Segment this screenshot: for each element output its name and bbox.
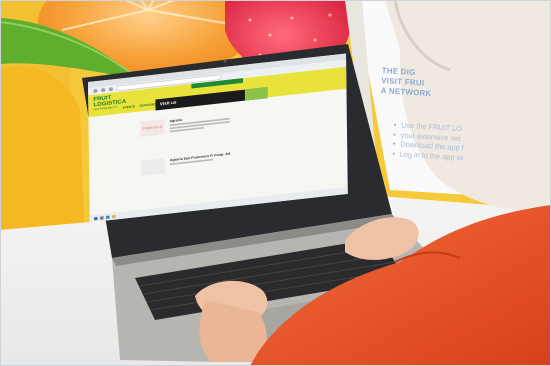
forward-icon[interactable] <box>101 87 106 93</box>
nav-item-besuchen[interactable]: BESUCHEN <box>139 103 156 108</box>
card-image: Paderland <box>140 118 165 138</box>
reload-icon[interactable] <box>108 87 114 92</box>
poster-list: • Use the FRUIT LO • your extensive net • D… <box>392 120 465 162</box>
browser-icon[interactable] <box>106 215 110 219</box>
search-icon[interactable] <box>100 215 104 220</box>
start-icon[interactable] <box>94 216 98 220</box>
photo-scene: FRUIT LOGISTICA HUB FIRMENBUCH EVENTS BE… <box>0 0 551 366</box>
card-title[interactable]: Agraria <box>169 118 182 123</box>
card-image <box>140 157 165 177</box>
folder-icon[interactable] <box>112 214 116 218</box>
list-item[interactable]: Agraria San Francesco P. Coop. Arl. <box>140 143 270 190</box>
banner-text: Visit us <box>159 100 177 107</box>
banner-cta[interactable] <box>244 87 268 101</box>
laptop-screen: FRUIT LOGISTICA HUB FIRMENBUCH EVENTS BE… <box>88 53 348 223</box>
back-icon[interactable] <box>93 88 98 94</box>
list-item[interactable]: Paderland Agraria <box>140 104 269 151</box>
poster-headline: THE DIG VISIT FRUI A NETWORK <box>381 66 433 99</box>
nav-item-events[interactable]: EVENTS <box>123 105 135 109</box>
site-logo[interactable]: FRUIT LOGISTICA HUB FIRMENBUCH <box>93 93 126 111</box>
